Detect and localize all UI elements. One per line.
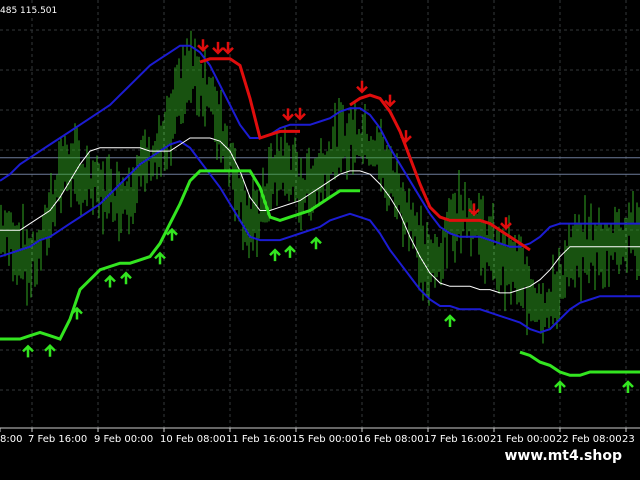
- buy-arrow-icon: [444, 314, 456, 328]
- sell-arrow-icon: [222, 41, 234, 55]
- x-tick-label: 17 Feb 16:00: [424, 434, 490, 445]
- x-tick-label: 10 Feb 08:00: [160, 434, 226, 445]
- buy-arrow-icon: [554, 380, 566, 393]
- x-tick-label: 15 Feb 00:00: [292, 434, 358, 445]
- buy-arrow-icon: [269, 248, 281, 262]
- x-axis-ticks: 8:00 7 Feb 16:00 9 Feb 00:00 10 Feb 08:00 11…: [0, 428, 635, 445]
- sell-arrow-icon: [212, 41, 224, 55]
- x-tick-label: 22 Feb 08:00: [556, 434, 622, 445]
- x-tick-label: 21 Feb 00:00: [490, 434, 556, 445]
- buy-arrow-icon: [104, 274, 116, 288]
- watermark-text: www.mt4.shop: [496, 446, 630, 466]
- support-line: [0, 169, 640, 377]
- upper-band-line: [0, 44, 640, 248]
- price-chart: 8:00 7 Feb 16:00 9 Feb 00:00 10 Feb 08:00 11…: [0, 0, 640, 445]
- x-tick-label: 23: [622, 434, 635, 445]
- buy-arrow-icon: [622, 380, 634, 393]
- chart-area: 8:00 7 Feb 16:00 9 Feb 00:00 10 Feb 08:00 11…: [0, 0, 640, 480]
- sell-arrow-icon: [197, 39, 209, 52]
- lower-band-line: [0, 140, 640, 334]
- x-tick-label: 16 Feb 08:00: [358, 434, 424, 445]
- buy-arrow-icon: [120, 271, 132, 285]
- buy-arrow-icon: [44, 343, 56, 357]
- indicator-lines: [0, 44, 640, 377]
- sell-arrow-icon: [384, 94, 396, 108]
- sell-arrow-icon: [356, 80, 368, 94]
- buy-arrow-icon: [284, 245, 296, 258]
- price-readout: 485 115.501: [0, 6, 58, 16]
- buy-arrow-icon: [310, 236, 322, 250]
- buy-arrow-icon: [166, 227, 178, 241]
- level-lines: [0, 157, 640, 175]
- x-tick-label: 8:00: [0, 434, 22, 445]
- x-tick-label: 11 Feb 16:00: [226, 434, 292, 445]
- x-tick-label: 7 Feb 16:00: [28, 434, 87, 445]
- x-tick-label: 9 Feb 00:00: [94, 434, 153, 445]
